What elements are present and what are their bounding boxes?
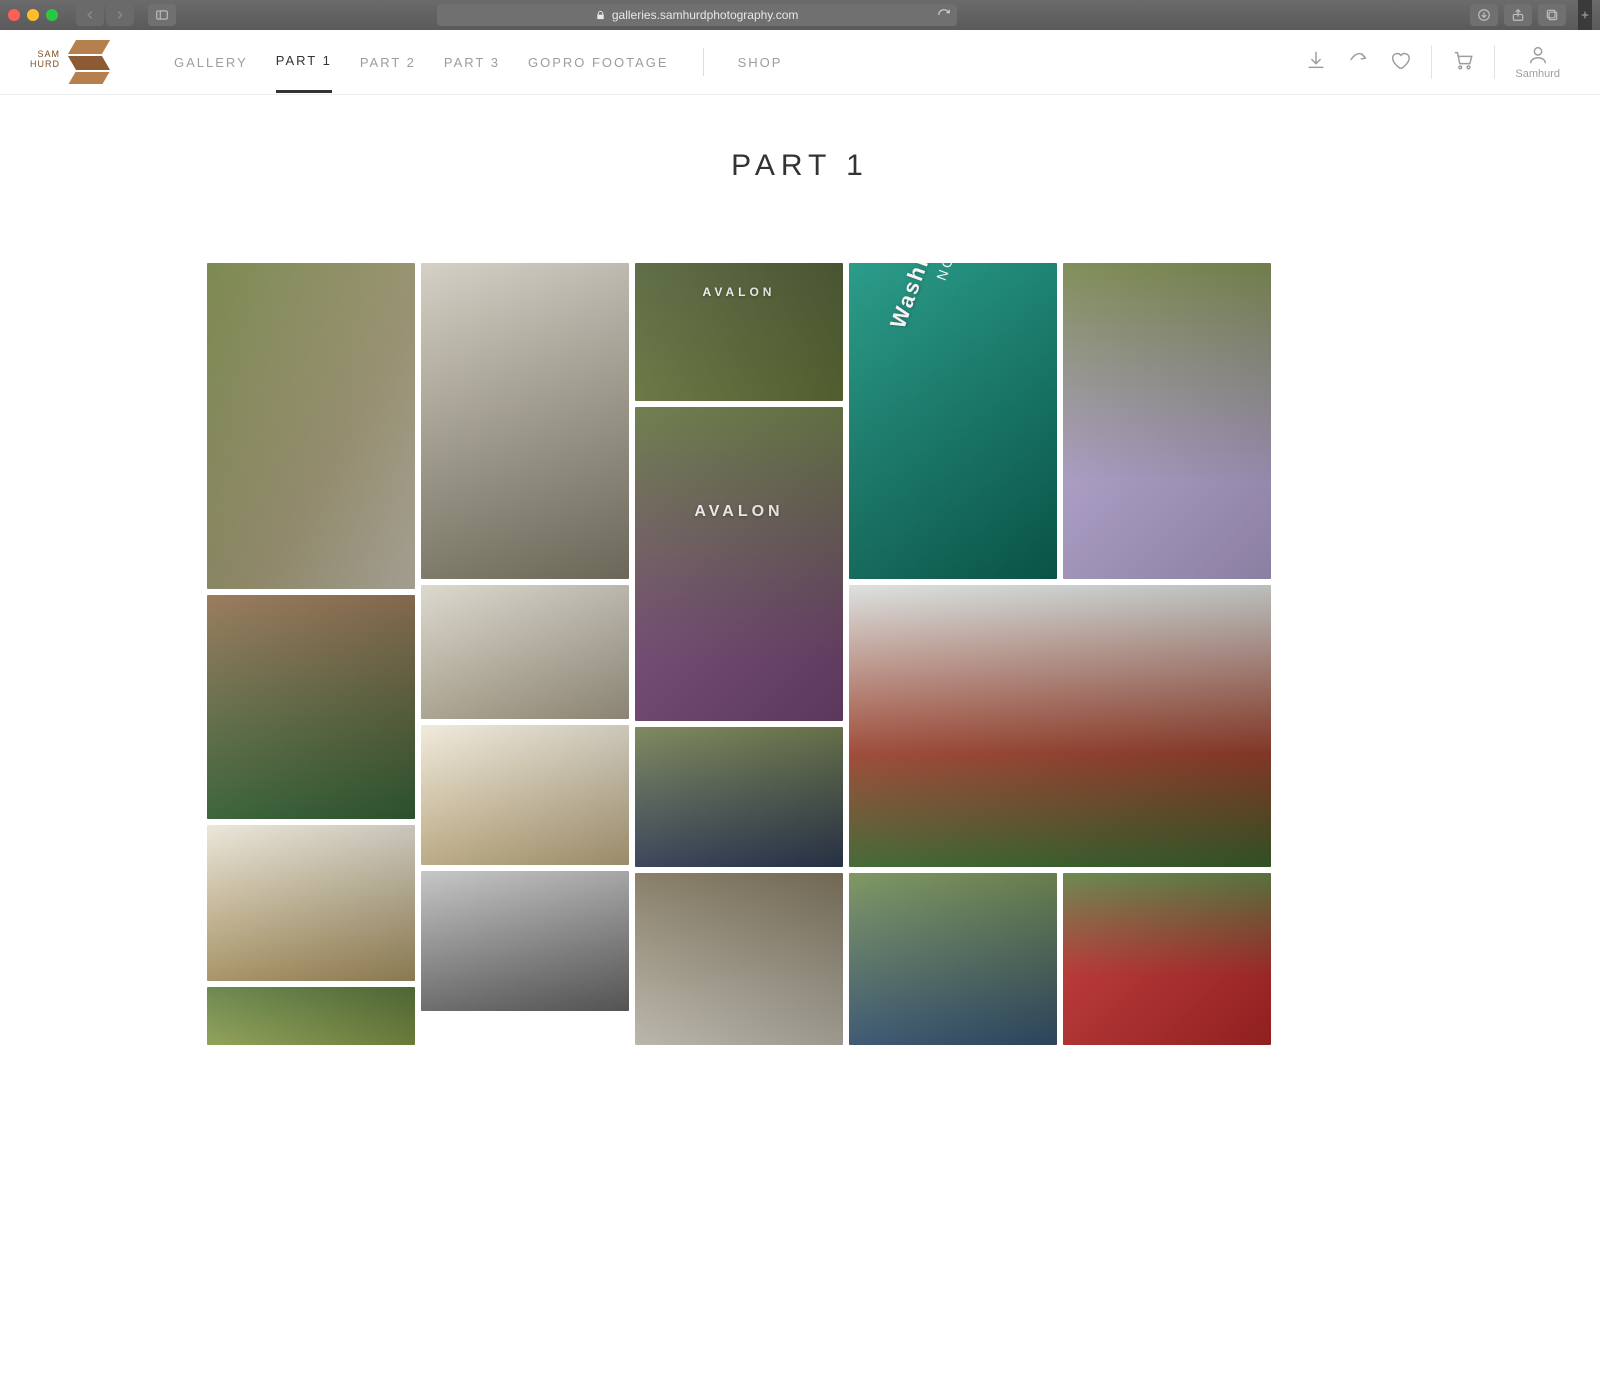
nav-gallery[interactable]: GALLERY [174, 33, 248, 92]
share-gallery-button[interactable] [1347, 49, 1369, 76]
nav-part-1[interactable]: PART 1 [276, 31, 332, 93]
share-button[interactable] [1504, 4, 1532, 26]
photo-gallery: AVALON AVALON Washington NORTH [207, 263, 1393, 1083]
forward-button[interactable] [106, 4, 134, 26]
lock-icon [595, 10, 606, 21]
photo-caption: AVALON [694, 503, 783, 521]
cart-button[interactable] [1452, 49, 1474, 76]
photo-thumbnail[interactable] [635, 727, 843, 867]
photo-thumbnail[interactable] [207, 263, 415, 589]
url-text: galleries.samhurdphotography.com [612, 8, 799, 22]
nav-divider [703, 48, 704, 76]
browser-toolbar: galleries.samhurdphotography.com [0, 0, 1600, 30]
downloads-button[interactable] [1470, 4, 1498, 26]
site-header: SAM HURD GALLERY PART 1 PART 2 PART 3 GO… [0, 30, 1600, 95]
photo-thumbnail[interactable] [849, 873, 1057, 1045]
photo-thumbnail[interactable] [421, 585, 629, 719]
account-menu[interactable]: Samhurd [1515, 44, 1560, 80]
window-controls [8, 9, 58, 21]
photo-thumbnail[interactable] [1063, 873, 1271, 1045]
sidebar-toggle-button[interactable] [148, 4, 176, 26]
header-tools: Samhurd [1305, 30, 1560, 94]
nav-gopro-footage[interactable]: GOPRO FOOTAGE [528, 33, 669, 92]
user-name: Samhurd [1515, 68, 1560, 80]
photo-thumbnail[interactable] [207, 595, 415, 819]
favorites-button[interactable] [1389, 49, 1411, 76]
close-window-button[interactable] [8, 9, 20, 21]
photo-caption: AVALON [703, 285, 776, 299]
tabs-button[interactable] [1538, 4, 1566, 26]
photo-thumbnail[interactable] [421, 263, 629, 579]
address-bar[interactable]: galleries.samhurdphotography.com [437, 4, 957, 26]
photo-thumbnail[interactable]: Washington NORTH [849, 263, 1057, 579]
photo-thumbnail[interactable] [421, 871, 629, 1011]
primary-nav: GALLERY PART 1 PART 2 PART 3 GOPRO FOOTA… [174, 31, 782, 93]
tools-divider-2 [1494, 45, 1495, 79]
photo-thumbnail[interactable]: AVALON [635, 407, 843, 721]
fullscreen-window-button[interactable] [46, 9, 58, 21]
nav-part-3[interactable]: PART 3 [444, 33, 500, 92]
new-tab-button[interactable] [1578, 0, 1592, 30]
reload-icon[interactable] [937, 8, 951, 22]
user-icon [1527, 44, 1549, 66]
brand-logo[interactable]: SAM HURD [40, 38, 114, 86]
photo-caption-sub: NORTH [933, 263, 970, 282]
minimize-window-button[interactable] [27, 9, 39, 21]
photo-thumbnail[interactable] [421, 725, 629, 865]
logo-mark-icon [66, 38, 114, 86]
photo-thumbnail[interactable] [849, 585, 1271, 867]
download-all-button[interactable] [1305, 49, 1327, 76]
photo-thumbnail[interactable] [207, 825, 415, 981]
tools-divider [1431, 45, 1432, 79]
page-title: PART 1 [0, 149, 1600, 183]
brand-line2: HURD [30, 59, 60, 69]
nav-shop[interactable]: SHOP [738, 33, 783, 92]
brand-line1: SAM [30, 49, 60, 59]
back-button[interactable] [76, 4, 104, 26]
photo-thumbnail[interactable] [207, 987, 415, 1045]
photo-thumbnail[interactable] [1063, 263, 1271, 579]
nav-part-2[interactable]: PART 2 [360, 33, 416, 92]
photo-caption: Washington [885, 263, 959, 332]
photo-thumbnail[interactable] [635, 873, 843, 1045]
photo-thumbnail[interactable]: AVALON [635, 263, 843, 401]
